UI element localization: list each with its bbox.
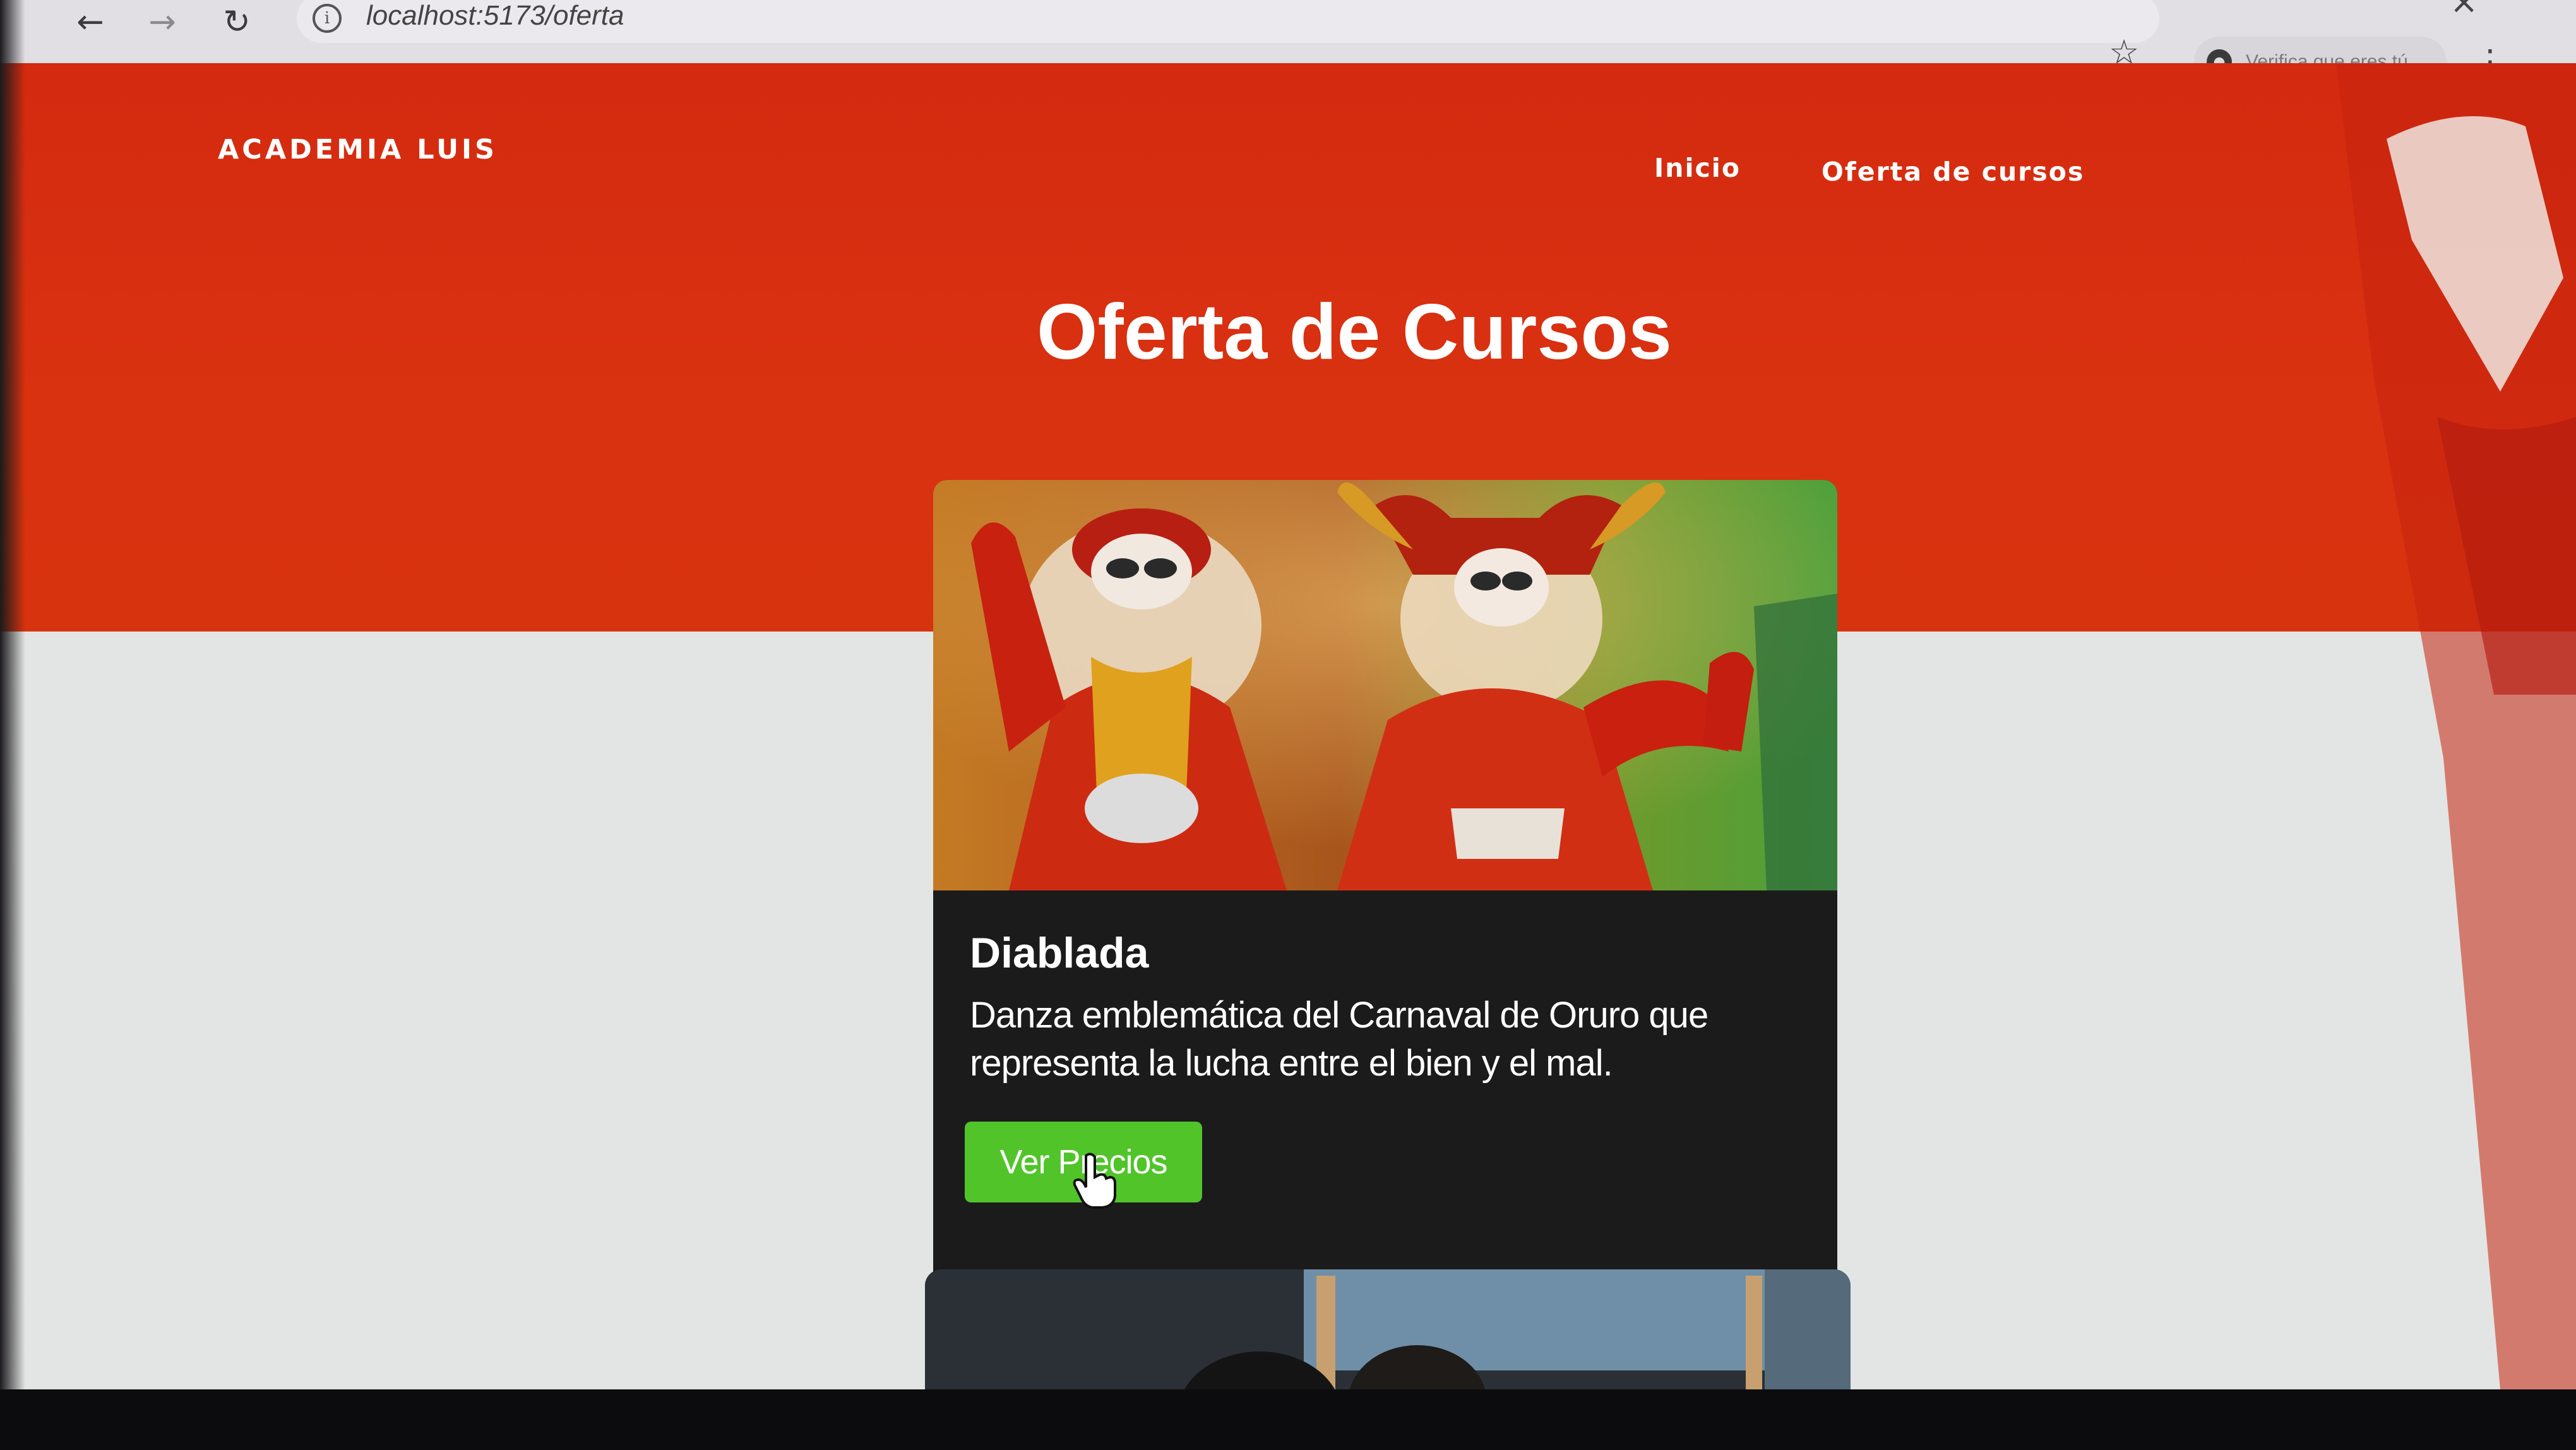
close-icon[interactable]: × — [2450, 0, 2478, 19]
back-arrow-icon[interactable]: ← — [68, 0, 112, 44]
monitor-bezel-bottom — [0, 1389, 2576, 1450]
course-title: Diablada — [970, 929, 1149, 977]
nav-link-oferta-de-cursos[interactable]: Oferta de cursos — [1822, 157, 2084, 187]
url-text[interactable]: localhost:5173/oferta — [366, 0, 624, 32]
course-card — [925, 1269, 1851, 1389]
background-decoration — [2336, 63, 2576, 1389]
browser-toolbar: ← → ↻ i localhost:5173/oferta ☆ ● Verifi… — [0, 0, 2576, 87]
screen: ← → ↻ i localhost:5173/oferta ☆ ● Verifi… — [0, 0, 2576, 1450]
course-image — [933, 480, 1837, 890]
page: ACADEMIA LUIS Inicio Oferta de cursos Of… — [0, 63, 2576, 1389]
course-card: Diablada Danza emblemática del Carnaval … — [933, 480, 1837, 1296]
course-description: Danza emblemática del Carnaval de Oruro … — [970, 995, 1708, 1084]
info-icon[interactable]: i — [313, 4, 342, 33]
brand-logo[interactable]: ACADEMIA LUIS — [218, 134, 498, 165]
reload-icon[interactable]: ↻ — [215, 0, 259, 44]
hand-cursor-icon — [1073, 1153, 1116, 1209]
forward-arrow-icon[interactable]: → — [140, 0, 184, 44]
course-image — [925, 1269, 1851, 1389]
course-card-body: Diablada Danza emblemática del Carnaval … — [933, 890, 1837, 1296]
nav-link-inicio[interactable]: Inicio — [1654, 153, 1741, 183]
monitor-bezel-left — [0, 0, 25, 1450]
page-title: Oferta de Cursos — [1036, 289, 1673, 376]
